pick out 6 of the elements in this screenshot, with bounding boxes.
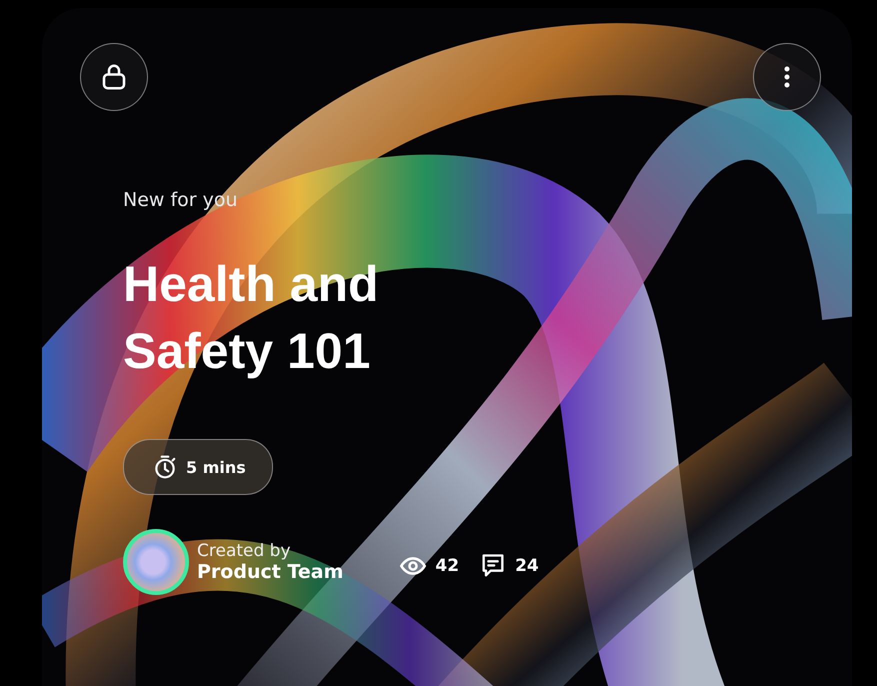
- more-options-icon: [783, 65, 791, 89]
- duration-text: 5 mins: [186, 458, 246, 476]
- author-label: Created by: [197, 541, 292, 561]
- stat-count: 24: [515, 556, 539, 576]
- author-name: Product Team: [197, 561, 344, 583]
- stat-count: 42: [435, 556, 460, 576]
